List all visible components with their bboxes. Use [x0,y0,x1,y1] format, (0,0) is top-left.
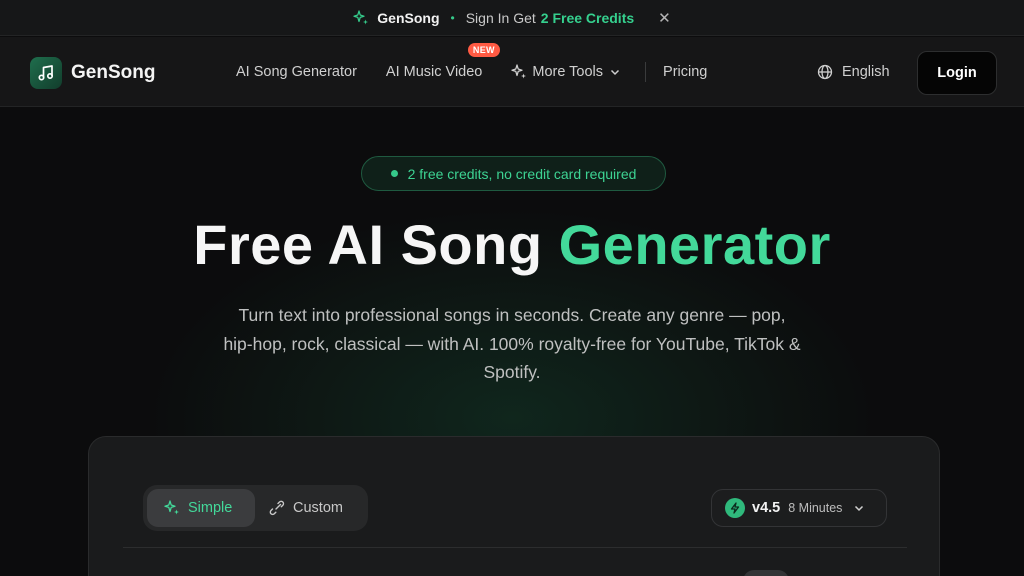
mode-simple-button[interactable]: Simple [147,489,255,527]
globe-icon [817,64,833,80]
model-name: v4.5 [752,500,781,516]
language-label: English [842,64,890,80]
nav-link-ai-song-generator[interactable]: AI Song Generator [236,64,357,80]
hero-subtitle: Turn text into professional songs in sec… [223,305,801,382]
model-selector[interactable]: v4.5 8 Minutes [711,489,887,527]
title-main: Free AI Song [193,213,543,276]
sparkle-icon [353,9,369,24]
language-selector[interactable]: English [817,64,890,80]
title-accent: Generator [558,213,831,276]
nav-link-label: AI Music Video [385,64,483,80]
free-credits-pill: 2 free credits, no credit card required [361,156,666,191]
mode-custom-label: Custom [293,500,343,516]
mode-toggle: Simple Custom [143,485,368,531]
mode-simple-label: Simple [188,500,233,516]
announcement-message[interactable]: Sign In Get [466,10,536,26]
sparkle-icon [511,64,527,79]
logo[interactable]: GenSong [30,57,155,89]
lightning-icon [725,498,745,518]
page-title: Free AI Song Generator [0,212,1024,277]
chevron-down-icon [611,69,620,76]
announcement-highlight[interactable]: 2 Free Credits [541,10,634,26]
generator-card: Simple Custom v4.5 8 Minutes [88,436,940,576]
pill-text: 2 free credits, no credit card required [407,165,637,182]
nav-links: AI Song Generator AI Music Video NEW Mor… [236,37,707,107]
new-badge: NEW [467,43,500,57]
toggle-switch[interactable] [743,570,789,576]
card-divider [123,547,907,548]
model-duration: 8 Minutes [788,501,843,515]
announcement-bar: GenSong • Sign In Get 2 Free Credits ✕ [0,0,1024,36]
nav-link-pricing[interactable]: Pricing [663,64,707,80]
announcement-separator: • [450,10,455,25]
chevron-down-icon [855,505,864,512]
nav-link-more-tools[interactable]: More Tools [511,64,627,80]
nav-link-label: More Tools [532,64,604,80]
login-button[interactable]: Login [917,51,997,95]
link-icon [269,500,285,516]
music-note-icon [30,57,62,89]
sparkle-icon [164,500,179,515]
nav-divider [645,62,647,82]
close-icon[interactable]: ✕ [658,9,671,27]
nav-link-ai-music-video[interactable]: AI Music Video NEW [385,43,500,80]
logo-text: GenSong [71,62,156,83]
announcement-brand: GenSong [377,9,440,26]
status-dot [390,170,398,177]
mode-custom-button[interactable]: Custom [255,489,343,527]
top-navigation: GenSong AI Song Generator AI Music Video… [0,37,1024,107]
